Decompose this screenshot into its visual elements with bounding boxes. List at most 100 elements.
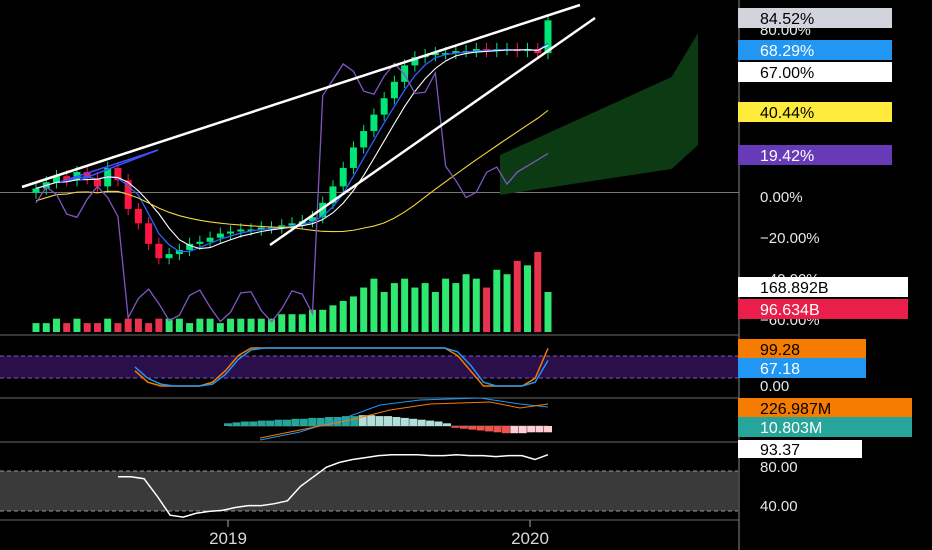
- macd-hist-bar: [544, 426, 552, 433]
- macd-hist-bar: [367, 415, 376, 426]
- macd-hist-bar: [266, 420, 275, 426]
- volume-bar: [155, 318, 163, 332]
- macd-hist-bar: [476, 426, 485, 431]
- macd-hist-bar: [493, 426, 502, 433]
- macd-value-tag: 10.803M: [738, 417, 912, 437]
- candle-body: [196, 241, 204, 244]
- tag-label: 96.634B: [760, 302, 820, 319]
- volume-bar: [452, 283, 460, 332]
- rsi-axis-tick: 40.00: [760, 498, 798, 515]
- volume-bar: [42, 323, 50, 332]
- volume-bar: [247, 318, 255, 332]
- candle-body: [237, 229, 245, 232]
- macd-hist-bar: [240, 421, 249, 426]
- tag-label: 168.892B: [760, 280, 829, 297]
- volume-bar: [227, 318, 235, 332]
- volume-bar: [390, 283, 398, 332]
- price-axis-tick: 0.00%: [760, 189, 803, 206]
- macd-hist-bar: [518, 426, 527, 434]
- candle-body: [390, 81, 398, 99]
- rsi-band: [0, 471, 738, 511]
- chart-stage: 80.00%0.00%−20.00%−40.00%−60.00%84.52%68…: [0, 0, 932, 550]
- volume-bar: [73, 318, 81, 332]
- tag-label: 67.00%: [760, 65, 814, 82]
- tag-label: 84.52%: [760, 11, 814, 28]
- volume-bar: [63, 323, 71, 332]
- macd-hist-bar: [291, 418, 300, 426]
- macd-hist-bar: [527, 426, 536, 433]
- tag-label: 67.18: [760, 361, 800, 378]
- candle-body: [360, 131, 368, 148]
- volume-bar: [175, 318, 183, 332]
- stoch-value-tag: 67.18: [738, 358, 866, 378]
- candle-body: [216, 233, 224, 238]
- volume-bar: [124, 318, 132, 332]
- macd-hist-bar: [299, 418, 308, 426]
- macd-hist-bar: [409, 418, 418, 426]
- macd-hist-bar: [282, 419, 291, 426]
- volume-bar: [401, 278, 409, 332]
- price-value-tag: 68.29%: [738, 40, 892, 60]
- macd-hist-bar: [535, 426, 544, 433]
- volume-bar: [237, 318, 245, 332]
- volume-bar: [114, 323, 122, 332]
- candle-body: [206, 237, 214, 242]
- volume-bar: [544, 292, 552, 332]
- macd-hist-bar: [426, 420, 435, 426]
- volume-bar: [483, 287, 491, 332]
- volume-bar: [288, 314, 296, 332]
- trading-chart[interactable]: 80.00%0.00%−20.00%−40.00%−60.00%84.52%68…: [0, 0, 932, 550]
- volume-bar: [134, 318, 142, 332]
- macd-hist-bar: [308, 417, 317, 426]
- volume-bar: [380, 292, 388, 332]
- volume-bar: [206, 318, 214, 332]
- macd-hist-bar: [417, 419, 426, 426]
- volume-value-tag: 96.634B: [738, 299, 908, 319]
- macd-hist-bar: [224, 423, 232, 426]
- stoch-band: [0, 356, 738, 378]
- price-axis-tick: −20.00%: [760, 230, 820, 247]
- volume-bar: [349, 296, 357, 332]
- volume-bar: [442, 278, 450, 332]
- tag-label: 68.29%: [760, 43, 814, 60]
- candle-body: [339, 167, 347, 187]
- volume-bar: [186, 323, 194, 332]
- candle-body: [32, 188, 40, 193]
- macd-hist-bar: [485, 426, 494, 432]
- volume-bar: [104, 318, 112, 332]
- ma-slow-line: [35, 109, 549, 233]
- volume-bar: [196, 318, 204, 332]
- volume-bar: [421, 283, 429, 332]
- macd-hist-bar: [468, 426, 477, 430]
- tag-label: 226.987M: [760, 401, 831, 418]
- volume-bar: [52, 318, 60, 332]
- candle-body: [165, 254, 173, 259]
- macd-hist-bar: [257, 420, 266, 426]
- macd-hist-bar: [274, 419, 283, 426]
- candle-body: [227, 231, 235, 234]
- price-value-tag: 19.42%: [738, 145, 892, 165]
- macd-hist-bar: [510, 426, 519, 434]
- volume-value-tag: 168.892B: [738, 277, 908, 297]
- macd-hist-bar: [434, 421, 443, 426]
- stoch-value-tag: 99.28: [738, 339, 866, 359]
- tag-label: 93.37: [760, 442, 800, 459]
- candle-body: [349, 147, 357, 168]
- rsi-value-tag: 93.37: [738, 440, 862, 459]
- tag-bg: [738, 358, 866, 378]
- volume-bar: [298, 314, 306, 332]
- volume-bar: [431, 292, 439, 332]
- volume-bar: [493, 269, 501, 332]
- macd-hist-bar: [459, 426, 468, 429]
- macd-hist-bar: [400, 417, 409, 426]
- volume-bar: [411, 287, 419, 332]
- volume-bar: [278, 314, 286, 332]
- volume-bar: [83, 323, 91, 332]
- volume-bar: [32, 323, 40, 332]
- macd-hist-bar: [249, 421, 258, 426]
- tag-bg: [738, 339, 866, 359]
- tag-label: 19.42%: [760, 148, 814, 165]
- volume-bar: [257, 318, 265, 332]
- macd-hist-bar: [501, 426, 510, 434]
- x-axis-tick: 2019: [209, 529, 247, 548]
